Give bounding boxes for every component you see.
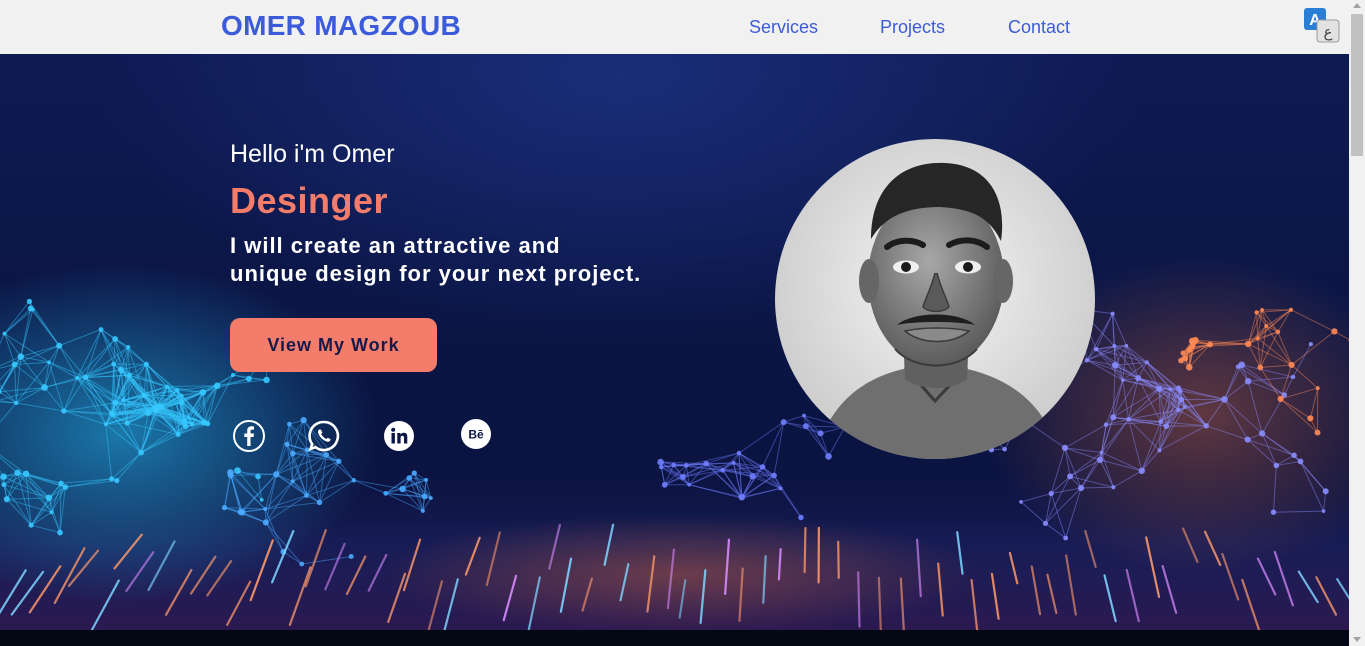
facebook-icon[interactable] bbox=[232, 419, 266, 453]
portrait-image bbox=[775, 139, 1095, 459]
hero-greeting: Hello i'm Omer bbox=[230, 140, 395, 168]
tagline-line-1: I will create an attractive and bbox=[230, 233, 561, 258]
scroll-thumb[interactable] bbox=[1351, 14, 1363, 156]
whatsapp-icon[interactable] bbox=[307, 419, 341, 453]
linkedin-icon[interactable] bbox=[382, 419, 416, 453]
site-header: OMER MAGZOUB Services Projects Contact A… bbox=[0, 0, 1349, 54]
hero-tagline: I will create an attractive and unique d… bbox=[230, 232, 700, 288]
behance-icon[interactable]: Bē bbox=[459, 417, 493, 451]
page-footer-strip bbox=[0, 630, 1349, 646]
nav-link-contact[interactable]: Contact bbox=[1008, 17, 1070, 38]
profile-portrait bbox=[775, 139, 1095, 459]
hero-section: Hello i'm Omer Desinger I will create an… bbox=[0, 54, 1349, 630]
network-background-image bbox=[0, 254, 1349, 630]
scroll-up-arrow-icon[interactable] bbox=[1353, 3, 1361, 8]
hero-role: Desinger bbox=[230, 180, 389, 221]
vertical-scrollbar[interactable] bbox=[1349, 0, 1365, 646]
scroll-down-arrow-icon[interactable] bbox=[1353, 637, 1361, 642]
translate-icon[interactable]: A ع bbox=[1303, 7, 1341, 45]
nav-link-projects[interactable]: Projects bbox=[880, 17, 945, 38]
tagline-line-2: unique design for your next project. bbox=[230, 261, 642, 286]
svg-text:ع: ع bbox=[1324, 23, 1333, 41]
view-my-work-button[interactable]: View My Work bbox=[230, 318, 437, 372]
nav-link-services[interactable]: Services bbox=[749, 17, 818, 38]
behance-icon-label: Bē bbox=[468, 428, 484, 442]
site-logo[interactable]: OMER MAGZOUB bbox=[221, 10, 461, 42]
